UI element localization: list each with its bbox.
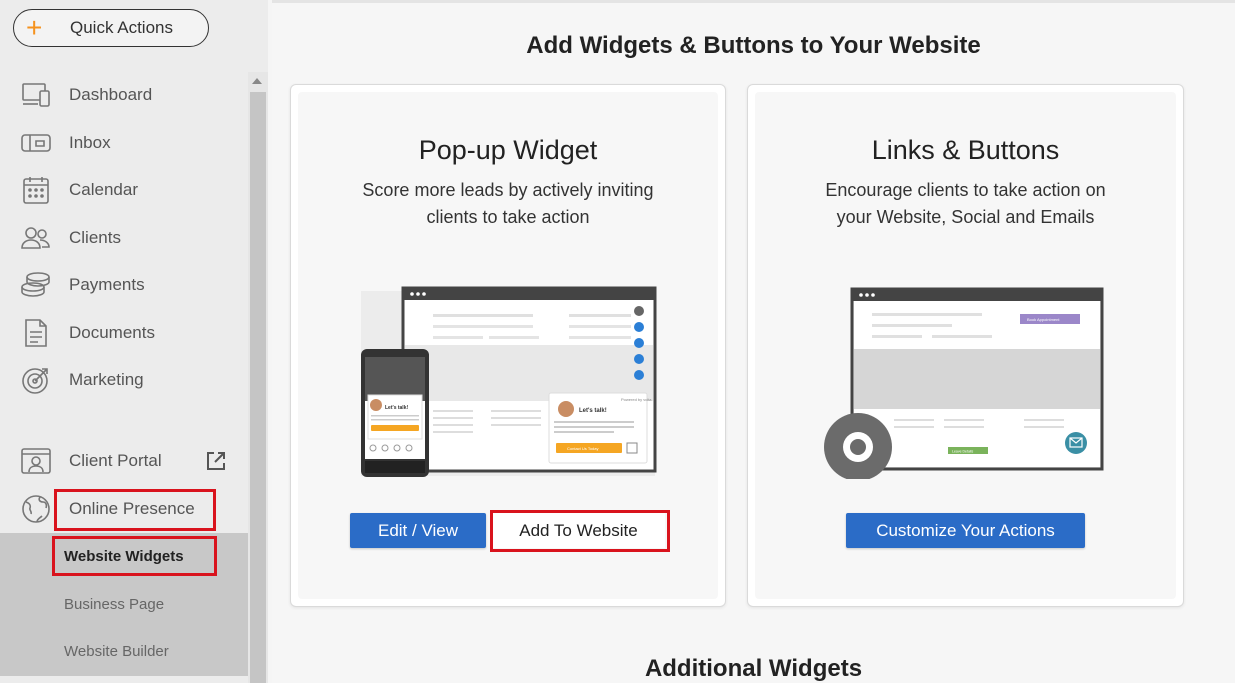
external-link-icon[interactable] (205, 450, 227, 472)
sidebar-item-payments[interactable]: Payments (0, 263, 248, 307)
card-title: Pop-up Widget (418, 135, 598, 165)
coins-icon (20, 271, 52, 299)
portal-icon (20, 447, 52, 475)
card-description: Score more leads by actively inviting cl… (362, 180, 654, 227)
popup-title-text: Let's talk! (579, 408, 607, 414)
target-icon (20, 366, 52, 394)
add-to-website-button[interactable]: Add To Website (492, 513, 665, 548)
links-buttons-illustration: Book Appointment Leave Details (824, 287, 1104, 479)
sidebar-item-label: Clients (69, 228, 121, 247)
sidebar-item-marketing[interactable]: Marketing (0, 358, 248, 402)
sidebar-item-label: Client Portal (69, 451, 162, 470)
card-title: Links & Buttons (871, 135, 1060, 165)
page-title: Add Widgets & Buttons to Your Website (526, 32, 981, 59)
additional-widgets-title: Additional Widgets (644, 655, 863, 682)
quick-actions-button[interactable]: + Quick Actions (13, 9, 209, 47)
scroll-up-icon[interactable] (252, 78, 262, 84)
sidebar-item-label: Payments (69, 275, 145, 294)
sidebar-item-inbox[interactable]: Inbox (0, 121, 248, 165)
phone-popup-title-text: Let's talk! (385, 405, 408, 411)
sidebar-item-dashboard[interactable]: Dashboard (0, 73, 248, 117)
inbox-icon (20, 129, 52, 157)
sidebar-item-label: Dashboard (69, 85, 153, 104)
sidebar-subitem-website-builder[interactable]: Website Builder (64, 643, 169, 660)
online-presence-submenu: Website Widgets Business Page Website Bu… (0, 533, 248, 676)
leave-details-text: Leave Details (952, 450, 973, 454)
scrollbar-thumb[interactable] (250, 92, 266, 683)
customize-your-actions-button[interactable]: Customize Your Actions (846, 513, 1085, 548)
card-description: Encourage clients to take action on your… (825, 180, 1106, 227)
sidebar-item-label: Inbox (69, 133, 111, 152)
popup-widget-illustration: Powered by vcita Let's talk! Contact Us … (361, 286, 657, 477)
calendar-icon (20, 176, 52, 204)
sidebar-item-client-portal[interactable]: Client Portal (0, 439, 248, 483)
sidebar-scrollbar[interactable] (248, 72, 268, 683)
sidebar-item-online-presence[interactable]: Online Presence (0, 487, 248, 531)
sidebar-item-label: Marketing (69, 370, 144, 389)
sidebar-item-label: Calendar (69, 180, 138, 199)
sidebar-item-calendar[interactable]: Calendar (0, 168, 248, 212)
users-icon (20, 224, 52, 252)
sidebar-item-clients[interactable]: Clients (0, 216, 248, 260)
sidebar-subitem-website-widgets[interactable]: Website Widgets (64, 548, 184, 565)
book-appointment-text: Book Appointment (1027, 317, 1060, 322)
sidebar: + Quick Actions Dashboard Inbox Calendar… (0, 0, 268, 683)
sidebar-item-label: Documents (69, 323, 155, 342)
sidebar-subitem-business-page[interactable]: Business Page (64, 596, 164, 613)
main-content: Add Widgets & Buttons to Your Website Po… (272, 0, 1235, 683)
popup-powered-text: Powered by vcita (621, 397, 652, 402)
globe-icon (20, 495, 52, 523)
sidebar-item-documents[interactable]: Documents (0, 311, 248, 355)
edit-view-button[interactable]: Edit / View (350, 513, 486, 548)
document-icon (20, 319, 52, 347)
monitor-icon (20, 81, 52, 109)
popup-widget-card: Pop-up Widget Score more leads by active… (290, 84, 726, 607)
plus-icon: + (26, 12, 43, 43)
quick-actions-label: Quick Actions (70, 18, 173, 37)
links-buttons-card: Links & Buttons Encourage clients to tak… (747, 84, 1184, 607)
sidebar-item-label: Online Presence (69, 499, 195, 518)
popup-cta-text: Contact Us Today (567, 446, 599, 451)
